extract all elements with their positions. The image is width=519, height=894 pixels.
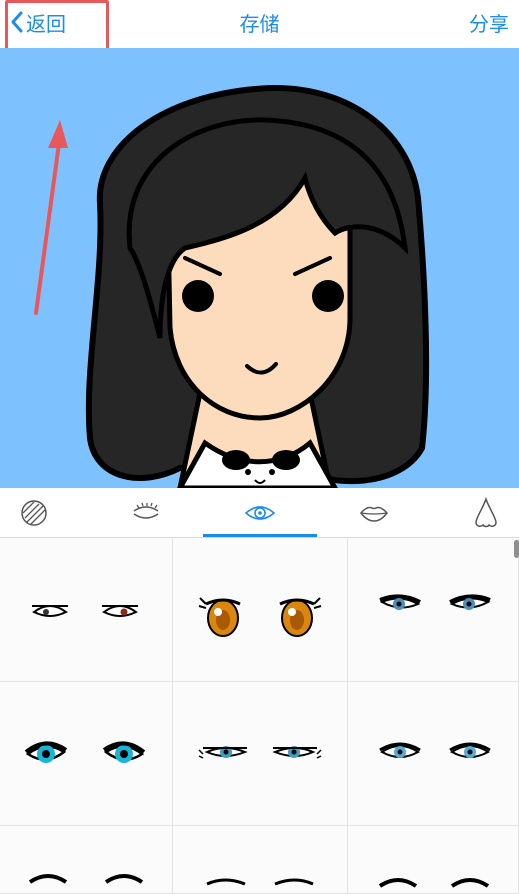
active-tab-indicator bbox=[203, 534, 317, 537]
tab-hair[interactable] bbox=[0, 488, 86, 538]
hair-texture-icon bbox=[21, 500, 47, 526]
eye-option-6[interactable] bbox=[348, 682, 519, 826]
tab-nose[interactable] bbox=[434, 488, 519, 538]
eye-style-6-icon bbox=[379, 742, 491, 758]
nose-icon bbox=[475, 496, 497, 528]
eye-option-9[interactable] bbox=[348, 826, 519, 894]
share-button[interactable]: 分享 bbox=[469, 8, 509, 37]
lips-icon bbox=[360, 506, 388, 522]
eye-option-3[interactable] bbox=[348, 538, 519, 682]
avatar-preview bbox=[34, 84, 430, 488]
eye-icon bbox=[244, 506, 276, 520]
feature-tabs bbox=[0, 488, 519, 538]
eye-style-7-icon bbox=[28, 874, 144, 884]
tab-eyes[interactable] bbox=[208, 488, 312, 538]
eye-option-5[interactable] bbox=[173, 682, 348, 826]
scrollbar-thumb[interactable] bbox=[514, 540, 519, 558]
eye-style-4-icon bbox=[24, 741, 146, 763]
tab-eyebrow[interactable] bbox=[94, 488, 198, 538]
eye-option-7[interactable] bbox=[0, 826, 173, 894]
eye-option-4[interactable] bbox=[0, 682, 173, 826]
eye-option-1[interactable] bbox=[0, 538, 173, 682]
eye-option-2[interactable] bbox=[173, 538, 348, 682]
eye-style-9-icon bbox=[378, 878, 490, 888]
eye-style-3-icon bbox=[379, 594, 491, 610]
eye-style-8-icon bbox=[206, 878, 314, 886]
tab-mouth[interactable] bbox=[322, 488, 426, 538]
eye-options-grid bbox=[0, 538, 519, 894]
eye-option-8[interactable] bbox=[173, 826, 348, 894]
eye-style-2-icon bbox=[198, 597, 322, 637]
avatar-canvas bbox=[0, 48, 519, 488]
eye-style-5-icon bbox=[198, 746, 322, 759]
annotation-arrow bbox=[34, 120, 68, 315]
eye-style-1-icon bbox=[32, 605, 138, 617]
closed-eye-icon bbox=[133, 502, 159, 519]
